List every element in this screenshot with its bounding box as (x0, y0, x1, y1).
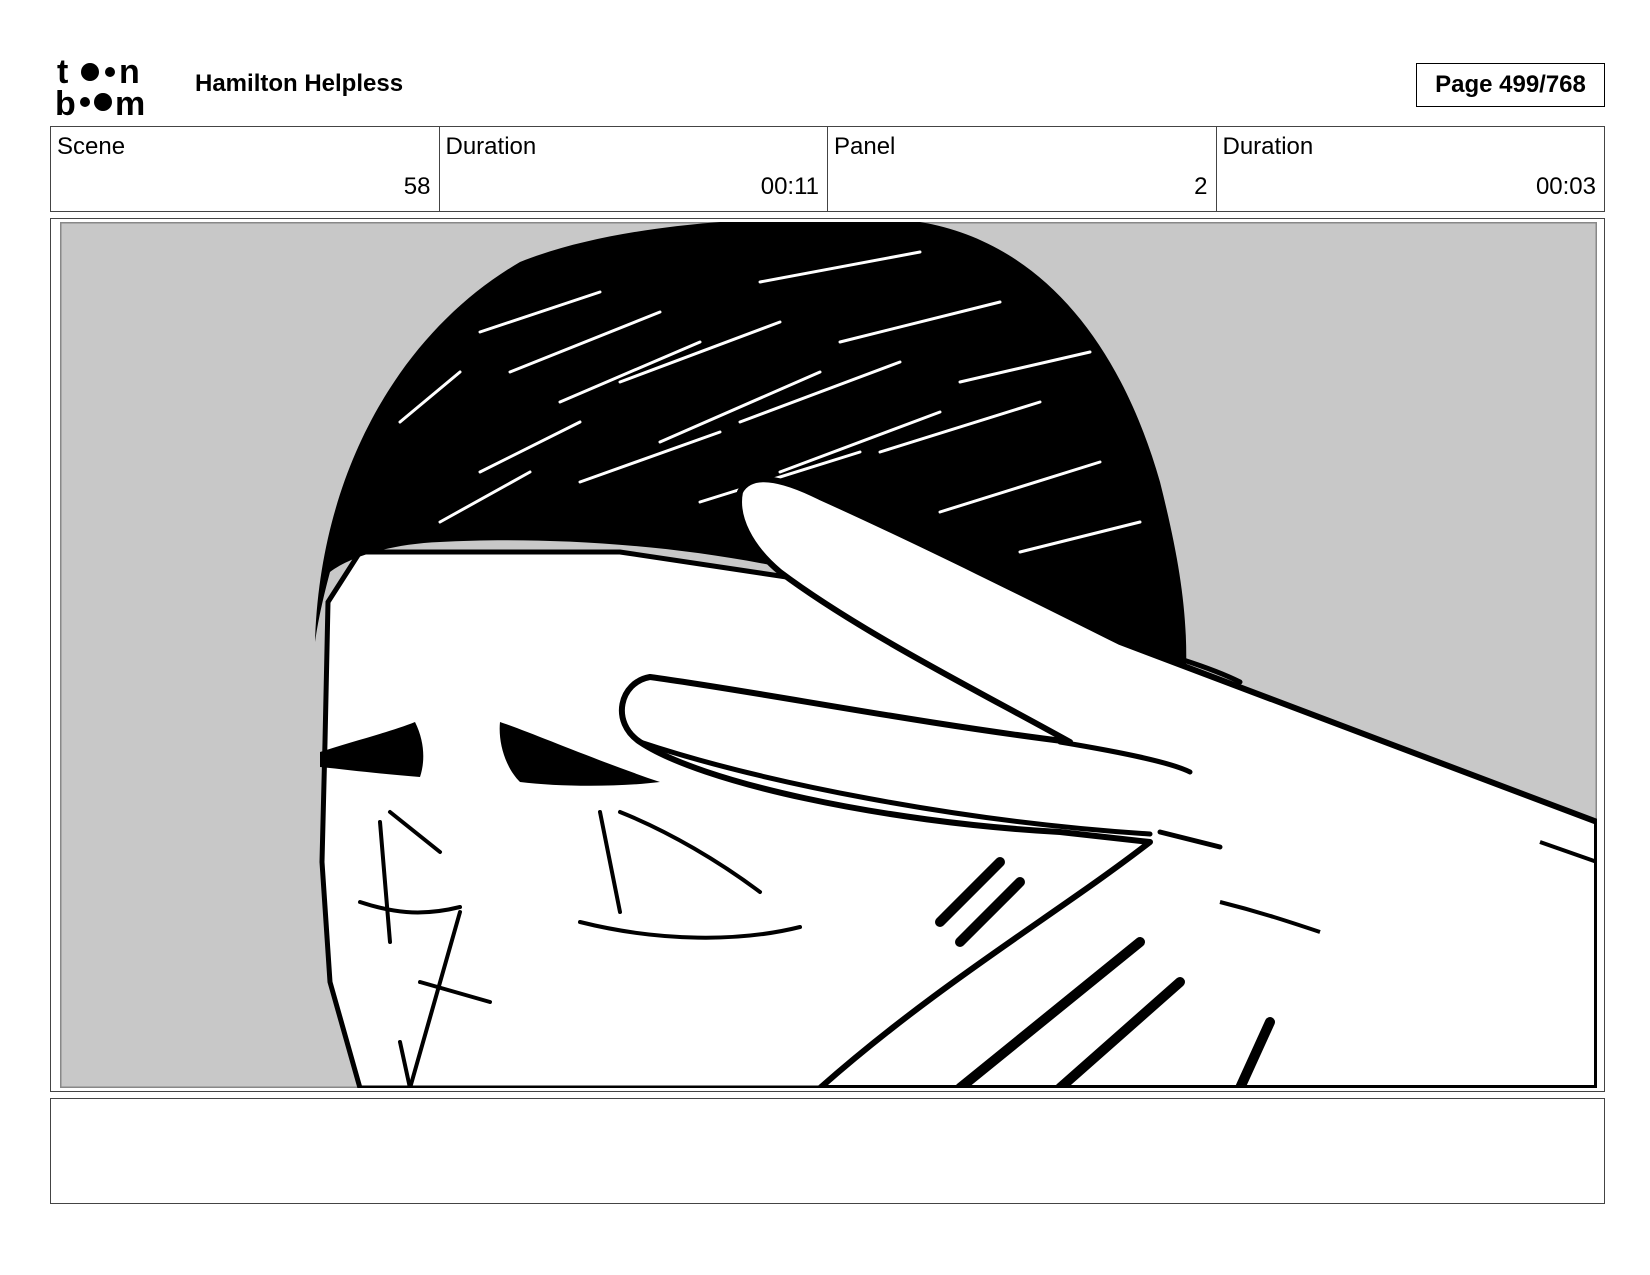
scene-duration-cell: Duration 00:11 (440, 127, 828, 211)
page-number: Page 499/768 (1416, 63, 1605, 107)
scene-cell: Scene 58 (51, 127, 440, 211)
panel-value: 2 (1194, 173, 1208, 200)
storyboard-drawing (60, 222, 1597, 1088)
panel-duration-cell: Duration 00:03 (1217, 127, 1605, 211)
scene-label: Scene (57, 133, 126, 160)
panel-duration-label: Duration (1222, 133, 1314, 160)
svg-text:b: b (55, 85, 76, 117)
scene-duration-label: Duration (445, 133, 537, 160)
toonboom-logo: t n b m (55, 55, 145, 117)
svg-text:m: m (115, 85, 145, 117)
scene-info-table: Scene 58 Duration 00:11 Panel 2 Duration… (50, 126, 1605, 212)
panel-cell: Panel 2 (828, 127, 1217, 211)
scene-value: 58 (403, 173, 431, 200)
caption-box (50, 1098, 1605, 1204)
panel-label: Panel (834, 133, 896, 160)
scene-duration-value: 00:11 (760, 173, 819, 200)
panel-duration-value: 00:03 (1535, 173, 1596, 200)
project-title: Hamilton Helpless (195, 70, 404, 97)
